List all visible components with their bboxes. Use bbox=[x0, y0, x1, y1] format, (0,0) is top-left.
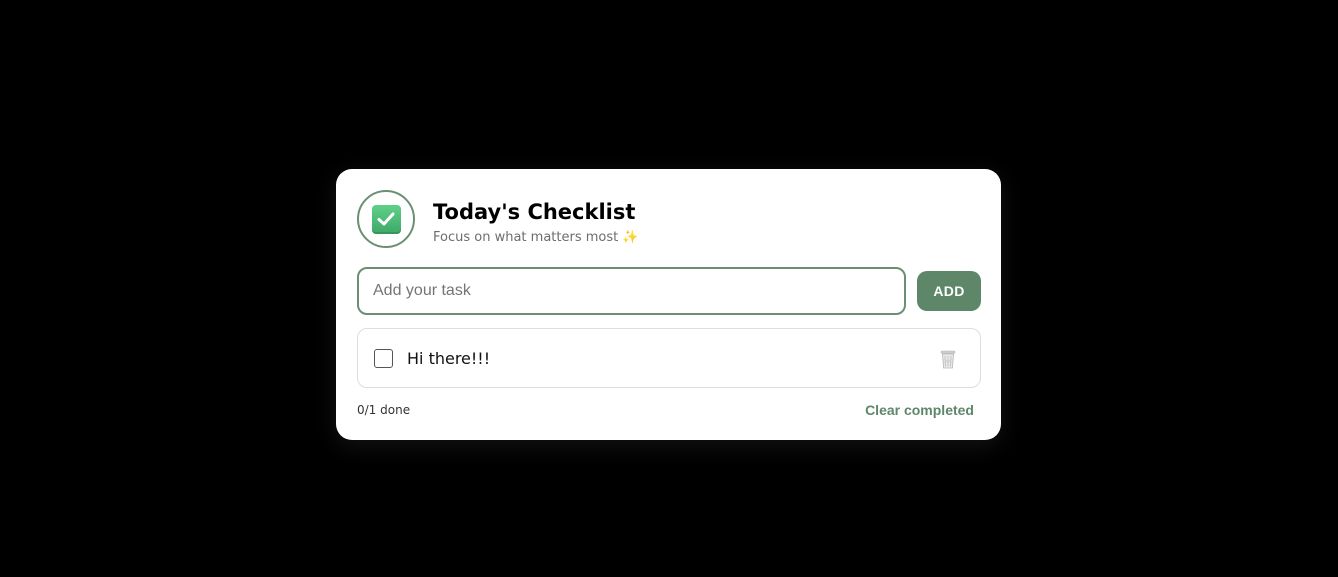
add-button[interactable]: ADD bbox=[917, 271, 981, 311]
page-subtitle: Focus on what matters most ✨ bbox=[433, 230, 638, 245]
sparkle-icon: ✨ bbox=[622, 230, 639, 245]
trash-icon[interactable] bbox=[936, 347, 960, 371]
task-input[interactable] bbox=[357, 267, 906, 315]
clear-completed-button[interactable]: Clear completed bbox=[865, 402, 974, 418]
checklist-card: Today's Checklist Focus on what matters … bbox=[336, 169, 1001, 440]
check-box-icon bbox=[371, 204, 401, 234]
list-item: Hi there!!! bbox=[357, 328, 981, 388]
task-checkbox[interactable] bbox=[374, 349, 393, 368]
done-count: 0/1 done bbox=[357, 403, 411, 417]
logo bbox=[357, 190, 415, 248]
subtitle-text: Focus on what matters most bbox=[433, 230, 619, 245]
page-title: Today's Checklist bbox=[433, 200, 636, 224]
task-text: Hi there!!! bbox=[407, 349, 491, 368]
